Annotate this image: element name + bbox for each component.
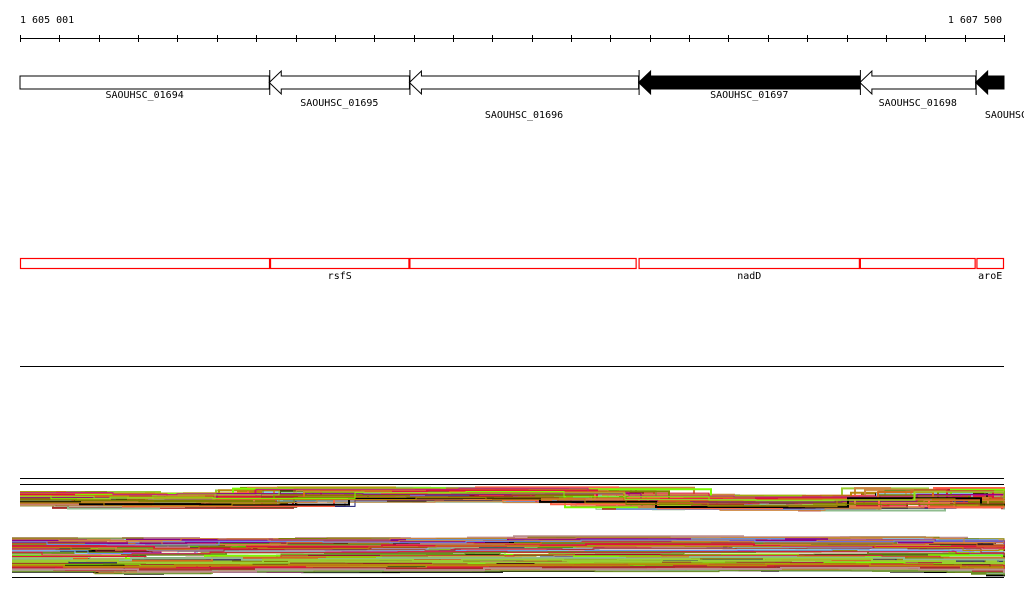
annotation-box xyxy=(19,257,271,270)
genome-browser-view: 1 605 001 1 607 500 SAOUHSC_01694SAOUHSC… xyxy=(12,15,1024,578)
gene-arrow xyxy=(19,75,270,90)
annotation-feature[interactable] xyxy=(19,257,271,270)
gene-arrow xyxy=(408,69,640,96)
gene-label: SAOUHSC_01695 xyxy=(300,98,378,109)
gene-arrow xyxy=(268,69,410,96)
annotation-track: rsfS nadD aroE xyxy=(19,257,1005,283)
ruler-end-label: 1 607 500 xyxy=(948,15,1002,26)
alignment-track xyxy=(12,478,1005,578)
gene-track: SAOUHSC_01694 SAOUHSC_01695 SAOUHSC_01696 S… xyxy=(19,69,1024,121)
gene-label: SAOUHSC_01696 xyxy=(485,110,563,121)
annotation-label: nadD xyxy=(737,271,761,282)
coordinate-ruler: 1 605 001 1 607 500 xyxy=(20,15,1005,42)
gene-arrow xyxy=(974,69,1005,96)
gene-label: SAOUHSC_01697 xyxy=(710,90,788,101)
ruler-start-label: 1 605 001 xyxy=(20,15,74,26)
gene-SAOUHSC_01698[interactable]: SAOUHSC_01698 xyxy=(859,69,977,109)
gene-label: SAOUHSC_01699 xyxy=(985,110,1024,121)
gene-SAOUHSC_01699[interactable]: SAOUHSC_01699 xyxy=(974,69,1024,121)
annotation-box xyxy=(409,257,637,270)
gene-SAOUHSC_01694[interactable]: SAOUHSC_01694 xyxy=(19,75,270,101)
gene-SAOUHSC_01696[interactable]: SAOUHSC_01696 xyxy=(408,69,640,121)
annotation-box xyxy=(859,257,976,270)
gene-SAOUHSC_01697[interactable]: SAOUHSC_01697 xyxy=(637,69,861,101)
annotation-label: rsfS xyxy=(328,271,352,282)
annotation-label: aroE xyxy=(978,271,1002,282)
gene-label: SAOUHSC_01694 xyxy=(105,90,183,101)
gene-label: SAOUHSC_01698 xyxy=(879,98,957,109)
annotation-feature[interactable]: aroE xyxy=(976,257,1005,283)
annotation-feature[interactable]: rsfS xyxy=(269,257,410,283)
annotation-box xyxy=(638,257,860,270)
annotation-feature[interactable]: nadD xyxy=(638,257,860,283)
gene-SAOUHSC_01695[interactable]: SAOUHSC_01695 xyxy=(268,69,410,109)
gene-arrow xyxy=(859,69,977,96)
annotation-feature[interactable] xyxy=(409,257,637,270)
annotation-feature[interactable] xyxy=(859,257,976,270)
annotation-box xyxy=(976,257,1005,270)
annotation-box xyxy=(269,257,410,270)
